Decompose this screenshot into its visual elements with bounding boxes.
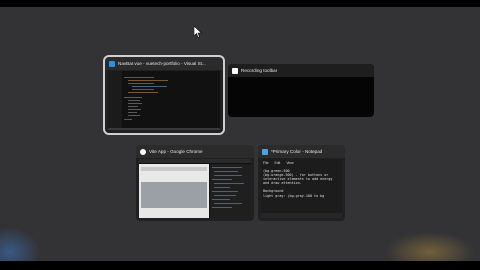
desktop: NavBar.vue - vuetech-portfolio - Visual … [0,7,480,261]
window-title-bar: Recording toolbar [228,64,374,77]
window-title: *Primary Color - Notepad [271,149,323,154]
window-title: NavBar.vue - vuetech-portfolio - Visual … [118,61,206,66]
window-title: Recording toolbar [241,68,278,73]
window-thumbnail-notepad[interactable]: *Primary Color - Notepad File Edit View … [258,145,345,221]
wallpaper-glow-left [0,227,40,261]
browser-tab-strip [139,159,251,163]
window-thumbnail-vscode[interactable]: NavBar.vue - vuetech-portfolio - Visual … [103,55,225,135]
window-preview [139,159,251,218]
vscode-icon [109,60,115,67]
window-title-bar: Vite App - Google Chrome [136,145,254,158]
chrome-icon [140,148,146,155]
devtools-panel [210,164,251,218]
notepad-text: (bg-green-500 (bg-orange-500) - for butto… [263,169,340,198]
menu-file: File [263,161,269,165]
notepad-menu-bar: File Edit View [263,161,294,165]
notepad-status-bar [261,213,342,218]
menu-view: View [286,161,294,165]
text-line: light gray: (bg-gray-100 to bg [263,193,325,198]
notepad-icon [262,148,268,155]
web-page [139,164,209,218]
status-bar [108,128,220,130]
window-preview: File Edit View (bg-green-500 (bg-orange-5… [261,159,342,218]
recording-icon [232,67,238,74]
wallpaper-glow-right [385,232,475,261]
code-editor [124,75,218,124]
menu-edit: Edit [274,161,281,165]
window-thumbnail-recording-toolbar[interactable]: Recording toolbar [228,64,374,117]
explorer-panel [108,71,122,130]
window-title-bar: *Primary Color - Notepad [258,145,345,158]
window-title-bar: NavBar.vue - vuetech-portfolio - Visual … [105,57,223,70]
window-title: Vite App - Google Chrome [149,149,203,154]
window-preview [108,71,220,130]
mouse-cursor-icon [194,26,202,38]
window-thumbnail-chrome[interactable]: Vite App - Google Chrome [136,145,254,221]
